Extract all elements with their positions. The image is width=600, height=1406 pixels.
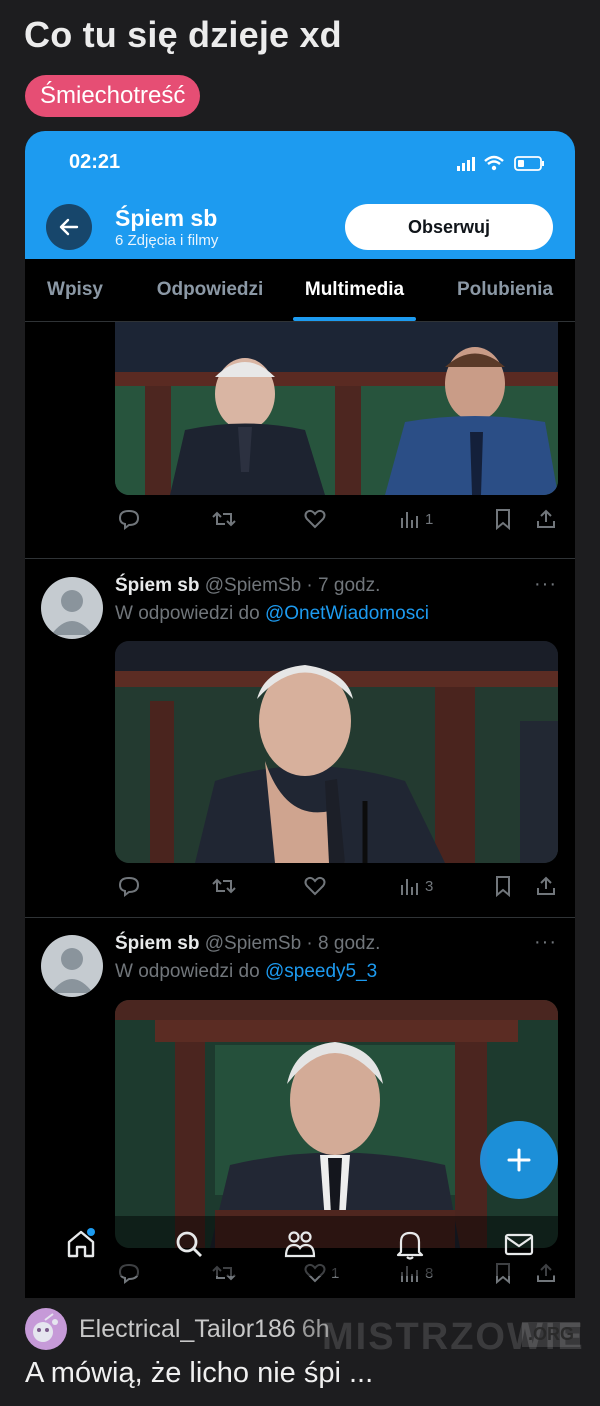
reply-button[interactable]	[117, 871, 141, 901]
share-icon	[537, 876, 555, 895]
notification-dot	[87, 1228, 95, 1236]
reply-context: W odpowiedzi do @speedy5_3	[115, 961, 377, 983]
signal-wifi-battery-icon	[457, 155, 544, 171]
tab-likes[interactable]: Polubienia	[435, 259, 575, 321]
bookmark-button[interactable]	[493, 871, 513, 901]
bookmark-button[interactable]	[493, 504, 513, 534]
status-icons	[457, 153, 547, 178]
compose-fab[interactable]	[480, 1121, 558, 1199]
author-name: Śpiem sb	[115, 575, 200, 596]
share-icon	[537, 509, 555, 528]
author-handle-time: @SpiemSb · 8 godz.	[204, 933, 381, 954]
tweet-divider	[25, 558, 575, 559]
active-tab-indicator	[293, 317, 416, 321]
reply-button[interactable]	[117, 504, 141, 534]
tweet-author[interactable]: Śpiem sb @SpiemSb · 8 godz.	[115, 933, 380, 955]
back-button[interactable]	[46, 204, 92, 250]
author-name: Śpiem sb	[115, 933, 200, 954]
views-count: 3	[425, 877, 434, 895]
like-button[interactable]	[303, 871, 327, 901]
nav-communities[interactable]	[283, 1228, 317, 1265]
comment-icon	[118, 876, 140, 897]
arrow-left-icon	[59, 218, 79, 236]
retweet-icon	[212, 511, 236, 527]
tweet-divider	[25, 917, 575, 918]
reply-prefix: W odpowiedzi do	[115, 961, 265, 982]
heart-icon	[304, 509, 326, 529]
tweet-actions: 3	[115, 871, 560, 901]
views-chart-icon	[401, 879, 418, 895]
share-button[interactable]	[535, 871, 557, 901]
like-button[interactable]	[303, 504, 327, 534]
bookmark-icon	[496, 876, 510, 897]
nav-messages[interactable]	[503, 1228, 535, 1265]
mention-link[interactable]: @OnetWiadomosci	[265, 603, 429, 624]
heart-icon	[304, 876, 326, 896]
tweet-media-image[interactable]	[115, 641, 558, 863]
share-button[interactable]	[535, 504, 557, 534]
retweet-icon	[212, 878, 236, 894]
comment-icon	[118, 509, 140, 530]
comment-text: A mówią, że licho nie śpi ...	[25, 1357, 374, 1389]
profile-tabs: Wpisy Odpowiedzi Multimedia Polubienia	[25, 259, 575, 322]
follow-button[interactable]: Obserwuj	[345, 204, 553, 250]
plus-icon	[507, 1148, 531, 1172]
reply-context: W odpowiedzi do @OnetWiadomosci	[115, 603, 429, 625]
site-watermark-suffix: .ORG	[522, 1322, 581, 1347]
author-handle-time: @SpiemSb · 7 godz.	[204, 575, 381, 596]
status-time: 02:21	[69, 151, 121, 173]
avatar[interactable]	[41, 935, 103, 997]
nav-notifications[interactable]	[395, 1228, 425, 1265]
tweet-media-image[interactable]	[115, 1000, 558, 1248]
views-chart-icon	[401, 512, 418, 528]
search-icon	[176, 1231, 202, 1257]
commenter-avatar[interactable]	[25, 1308, 67, 1350]
bell-icon	[396, 1231, 424, 1260]
profile-name: Śpiem sb	[115, 205, 218, 231]
mention-link[interactable]: @speedy5_3	[265, 961, 377, 982]
profile-media-count: 6 Zdjęcia i filmy	[115, 232, 219, 249]
tweet-media-image[interactable]	[115, 322, 558, 495]
tab-media[interactable]: Multimedia	[287, 259, 422, 321]
post-title: Co tu się dzieje xd	[24, 14, 342, 55]
tweet-actions: 1	[115, 504, 560, 534]
bookmark-icon	[496, 509, 510, 530]
comment-author[interactable]: Electrical_Tailor186 6h	[25, 1307, 330, 1351]
communities-icon	[284, 1231, 316, 1258]
views-button[interactable]: 3	[399, 871, 433, 901]
more-options-icon[interactable]: ···	[534, 931, 557, 954]
nav-search[interactable]	[173, 1228, 205, 1265]
mail-icon	[504, 1233, 534, 1256]
tab-replies[interactable]: Odpowiedzi	[135, 259, 285, 321]
views-count: 1	[425, 510, 434, 528]
tab-posts[interactable]: Wpisy	[25, 259, 125, 321]
more-options-icon[interactable]: ···	[534, 573, 557, 596]
avatar[interactable]	[41, 577, 103, 639]
screenshot-frame: 02:21 Śpiem sb 6 Zdjęcia i filmy Obserwu…	[25, 131, 575, 1298]
retweet-button[interactable]	[211, 504, 237, 534]
tweet-author[interactable]: Śpiem sb @SpiemSb · 7 godz.	[115, 575, 380, 597]
retweet-button[interactable]	[211, 871, 237, 901]
reply-prefix: W odpowiedzi do	[115, 603, 265, 624]
bottom-nav	[25, 1216, 575, 1276]
category-tag[interactable]: Śmiechotreść	[25, 75, 201, 117]
profile-header: 02:21 Śpiem sb 6 Zdjęcia i filmy Obserwu…	[25, 131, 575, 259]
views-button[interactable]: 1	[399, 504, 433, 534]
commenter-name[interactable]: Electrical_Tailor186	[79, 1315, 296, 1344]
